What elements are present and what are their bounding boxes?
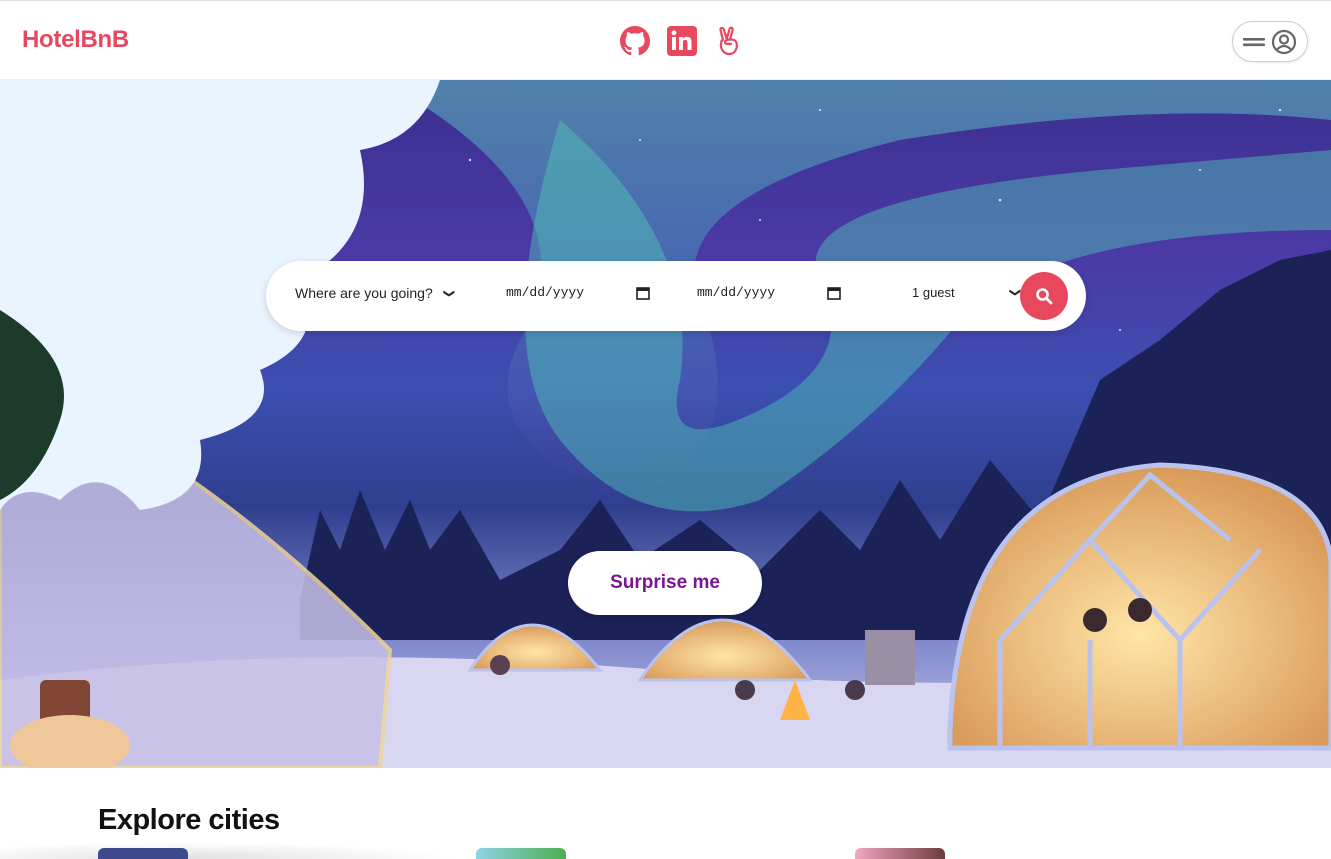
guests-value: 1 guest <box>912 285 955 300</box>
chevron-down-icon: ❯ <box>442 288 455 298</box>
calendar-icon[interactable] <box>636 286 650 300</box>
checkin-date-value: mm/dd/yyyy <box>506 285 585 300</box>
hero-banner: Where are you going? ❯ mm/dd/yyyy mm/dd/… <box>0 80 1331 768</box>
checkout-date-value: mm/dd/yyyy <box>697 285 776 300</box>
github-icon[interactable] <box>620 26 650 56</box>
angellist-icon[interactable] <box>714 26 744 56</box>
explore-cities-heading: Explore cities <box>98 804 280 836</box>
guests-select[interactable]: 1 guest ❯ <box>912 285 1021 300</box>
aurora-winter-illustration <box>0 80 1331 768</box>
top-nav: HotelBnB <box>0 0 1331 80</box>
destination-select[interactable]: Where are you going? ❯ <box>295 285 475 301</box>
search-button[interactable] <box>1020 272 1068 320</box>
destination-value: Where are you going? <box>295 285 433 301</box>
user-menu-button[interactable] <box>1232 21 1308 62</box>
calendar-icon[interactable] <box>827 286 841 300</box>
surprise-me-button[interactable]: Surprise me <box>568 551 762 615</box>
linkedin-icon[interactable] <box>667 26 697 56</box>
user-circle-icon <box>1271 29 1297 54</box>
city-card[interactable] <box>98 848 188 859</box>
search-icon <box>1036 288 1053 305</box>
social-links <box>620 26 744 56</box>
site-logo[interactable]: HotelBnB <box>22 26 129 54</box>
scroll-shadow <box>0 842 460 859</box>
checkin-date-input[interactable]: mm/dd/yyyy <box>506 285 650 300</box>
hamburger-icon <box>1243 37 1265 46</box>
checkout-date-input[interactable]: mm/dd/yyyy <box>697 285 841 300</box>
city-card[interactable] <box>476 848 566 859</box>
search-bar: Where are you going? ❯ mm/dd/yyyy mm/dd/… <box>266 261 1086 331</box>
city-card[interactable] <box>855 848 945 859</box>
